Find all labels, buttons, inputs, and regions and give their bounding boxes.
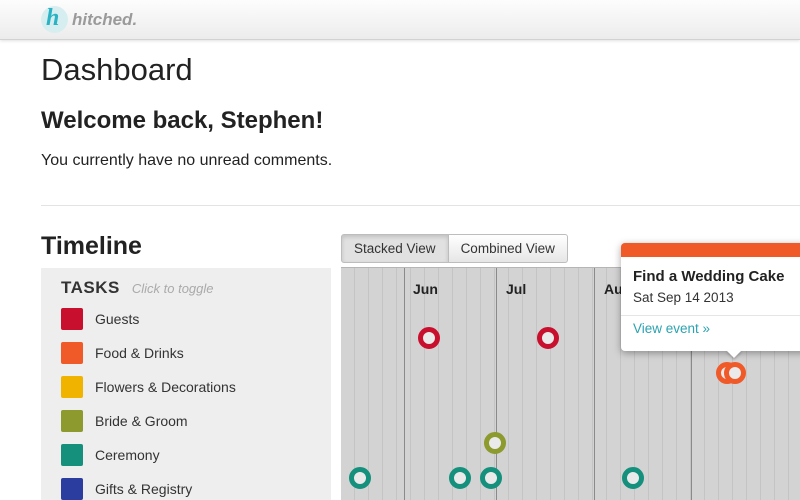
stacked-view-button[interactable]: Stacked View bbox=[341, 234, 449, 263]
unread-comments-text: You currently have no unread comments. bbox=[41, 152, 333, 169]
month-divider bbox=[496, 268, 497, 500]
logo-mark-icon: h bbox=[41, 5, 68, 33]
popup-event-title: Find a Wedding Cake bbox=[633, 268, 785, 285]
event-marker-guests[interactable] bbox=[418, 327, 440, 349]
food-drinks-swatch bbox=[61, 342, 83, 364]
legend-item-bride-groom[interactable]: Bride & Groom bbox=[61, 410, 188, 432]
brand-name: hitched. bbox=[72, 9, 138, 29]
month-label-jul: Jul bbox=[506, 281, 527, 297]
popup-divider bbox=[621, 315, 800, 316]
month-divider bbox=[404, 268, 405, 500]
combined-view-button[interactable]: Combined View bbox=[448, 234, 568, 263]
event-marker-bride-groom[interactable] bbox=[484, 432, 506, 454]
event-marker-ceremony[interactable] bbox=[622, 467, 644, 489]
month-label-aug: Au bbox=[604, 281, 623, 297]
legend-item-label: Gifts & Registry bbox=[95, 481, 193, 497]
legend-item-ceremony[interactable]: Ceremony bbox=[61, 444, 160, 466]
month-label-jun: Jun bbox=[413, 281, 438, 297]
flowers-decorations-swatch bbox=[61, 376, 83, 398]
view-toggle: Stacked View Combined View bbox=[341, 234, 568, 263]
event-marker-food-drinks-selected[interactable] bbox=[724, 362, 746, 384]
guests-swatch bbox=[61, 308, 83, 330]
legend-item-label: Food & Drinks bbox=[95, 345, 184, 361]
legend-item-flowers-decorations[interactable]: Flowers & Decorations bbox=[61, 376, 236, 398]
legend-header: TASKS Click to toggle bbox=[61, 278, 214, 298]
welcome-heading: Welcome back, Stephen! bbox=[41, 107, 324, 134]
event-marker-ceremony[interactable] bbox=[349, 467, 371, 489]
legend-item-label: Flowers & Decorations bbox=[95, 379, 236, 395]
legend-item-guests[interactable]: Guests bbox=[61, 308, 139, 330]
gifts-registry-swatch bbox=[61, 478, 83, 500]
view-event-link[interactable]: View event » bbox=[633, 321, 710, 336]
section-divider bbox=[41, 205, 800, 206]
popup-event-date: Sat Sep 14 2013 bbox=[633, 290, 734, 305]
month-divider bbox=[594, 268, 595, 500]
task-legend: TASKS Click to toggle Guests Food & Drin… bbox=[41, 268, 331, 500]
event-marker-ceremony[interactable] bbox=[480, 467, 502, 489]
event-popup: Find a Wedding Cake Sat Sep 14 2013 View… bbox=[621, 243, 800, 351]
legend-item-gifts-registry[interactable]: Gifts & Registry bbox=[61, 478, 192, 500]
bride-groom-swatch bbox=[61, 410, 83, 432]
legend-hint: Click to toggle bbox=[131, 281, 214, 296]
brand-logo[interactable]: h hitched. bbox=[41, 5, 138, 33]
legend-item-label: Ceremony bbox=[95, 447, 160, 463]
page-title: Dashboard bbox=[41, 52, 193, 87]
ceremony-swatch bbox=[61, 444, 83, 466]
event-marker-ceremony[interactable] bbox=[449, 467, 471, 489]
legend-title: TASKS bbox=[61, 278, 120, 297]
popup-pointer bbox=[726, 350, 742, 358]
timeline-title: Timeline bbox=[41, 232, 142, 260]
legend-item-food-drinks[interactable]: Food & Drinks bbox=[61, 342, 184, 364]
logo-mark-letter: h bbox=[46, 5, 60, 31]
event-marker-guests[interactable] bbox=[537, 327, 559, 349]
top-navbar: h hitched. bbox=[0, 0, 800, 40]
legend-item-label: Guests bbox=[95, 311, 140, 327]
legend-item-label: Bride & Groom bbox=[95, 413, 188, 429]
